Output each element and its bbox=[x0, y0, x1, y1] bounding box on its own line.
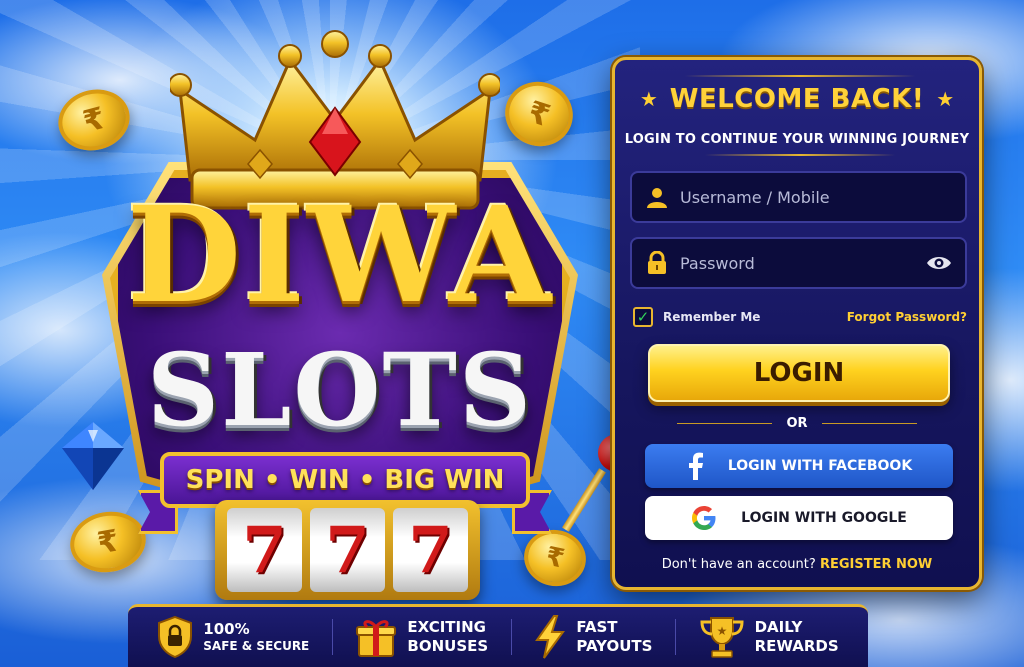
feature-daily-rewards: ★ DAILY REWARDS bbox=[699, 615, 839, 659]
tagline: SPIN • WIN • BIG WIN bbox=[185, 465, 505, 495]
register-row: Don't have an account? REGISTER NOW bbox=[615, 557, 979, 572]
user-icon bbox=[644, 184, 670, 210]
title-divider bbox=[685, 75, 915, 77]
or-line-left bbox=[677, 423, 773, 424]
google-login-button[interactable]: LOGIN WITH GOOGLE bbox=[645, 496, 953, 540]
facebook-login-label: LOGIN WITH FACEBOOK bbox=[727, 458, 913, 474]
feature-line1: DAILY bbox=[754, 618, 803, 637]
subtitle-divider bbox=[705, 154, 895, 156]
trophy-icon: ★ bbox=[700, 617, 744, 658]
facebook-icon bbox=[688, 452, 703, 480]
slot-reel: 7 bbox=[310, 508, 385, 592]
login-button[interactable]: LOGIN bbox=[648, 344, 950, 402]
panel-title: WELCOME BACK! bbox=[669, 84, 925, 114]
forgot-password-link[interactable]: Forgot Password? bbox=[847, 310, 967, 324]
username-field[interactable] bbox=[630, 171, 967, 223]
feature-line1: 100% bbox=[203, 620, 250, 639]
feature-separator bbox=[510, 619, 512, 655]
register-now-link[interactable]: REGISTER NOW bbox=[820, 557, 932, 572]
gift-icon bbox=[356, 620, 397, 657]
password-input[interactable] bbox=[680, 253, 925, 273]
show-password-eye-icon[interactable] bbox=[925, 249, 953, 277]
feature-text: FAST PAYOUTS bbox=[576, 618, 652, 656]
brand-name-top: DIWA bbox=[126, 178, 554, 333]
brand-name-bottom: SLOTS bbox=[146, 331, 534, 449]
google-login-label: LOGIN WITH GOOGLE bbox=[741, 510, 907, 526]
feature-bar: 100% SAFE & SECURE EXCITING BONUSES FAST… bbox=[128, 604, 868, 667]
facebook-login-button[interactable]: LOGIN WITH FACEBOOK bbox=[645, 444, 953, 488]
star-icon: ★ bbox=[936, 87, 955, 111]
svg-text:★: ★ bbox=[716, 624, 727, 638]
feature-exciting-bonuses: EXCITING BONUSES bbox=[355, 616, 488, 658]
feature-separator bbox=[675, 619, 677, 655]
shield-lock-icon bbox=[158, 616, 193, 658]
feature-text: DAILY REWARDS bbox=[755, 618, 839, 656]
feature-line1: FAST bbox=[576, 618, 618, 637]
feature-line2: REWARDS bbox=[754, 637, 839, 655]
or-text: OR bbox=[786, 416, 808, 431]
register-prompt: Don't have an account? bbox=[661, 557, 816, 572]
remember-row: ✓ Remember Me Forgot Password? bbox=[633, 307, 967, 327]
slot-reel: 7 bbox=[227, 508, 302, 592]
feature-separator bbox=[331, 619, 333, 655]
username-input[interactable] bbox=[680, 187, 953, 207]
remember-me-label: Remember Me bbox=[663, 310, 761, 324]
panel-title-row: ★ WELCOME BACK! ★ bbox=[615, 84, 979, 114]
star-icon: ★ bbox=[639, 87, 658, 111]
login-panel: ★ WELCOME BACK! ★ LOGIN TO CONTINUE YOUR… bbox=[612, 57, 982, 590]
remember-me-toggle[interactable]: ✓ Remember Me bbox=[633, 307, 760, 327]
feature-text: 100% SAFE & SECURE bbox=[203, 620, 309, 654]
or-line-right bbox=[821, 423, 917, 424]
lock-icon bbox=[644, 250, 670, 276]
feature-line1: EXCITING bbox=[407, 618, 486, 637]
feature-text: EXCITING BONUSES bbox=[407, 618, 488, 656]
slot-machine: 7 7 7 bbox=[215, 500, 480, 600]
feature-fast-payouts: FAST PAYOUTS bbox=[534, 615, 652, 659]
slot-reel: 7 bbox=[393, 508, 468, 592]
slot-lever-stick bbox=[562, 468, 606, 532]
brand-logo: DIWA SLOTS SPIN • WIN • BIG WIN 7 7 7 bbox=[50, 20, 636, 600]
remember-me-checkbox[interactable]: ✓ bbox=[633, 307, 653, 327]
feature-line2: SAFE & SECURE bbox=[203, 638, 310, 653]
password-field[interactable] bbox=[630, 237, 967, 289]
lightning-icon bbox=[535, 615, 566, 659]
feature-line2: PAYOUTS bbox=[576, 637, 653, 655]
google-icon bbox=[692, 506, 716, 530]
feature-line2: BONUSES bbox=[407, 637, 489, 655]
feature-safe-secure: 100% SAFE & SECURE bbox=[157, 616, 309, 658]
or-divider: OR bbox=[615, 416, 979, 431]
panel-subtitle: LOGIN TO CONTINUE YOUR WINNING JOURNEY bbox=[624, 132, 970, 147]
